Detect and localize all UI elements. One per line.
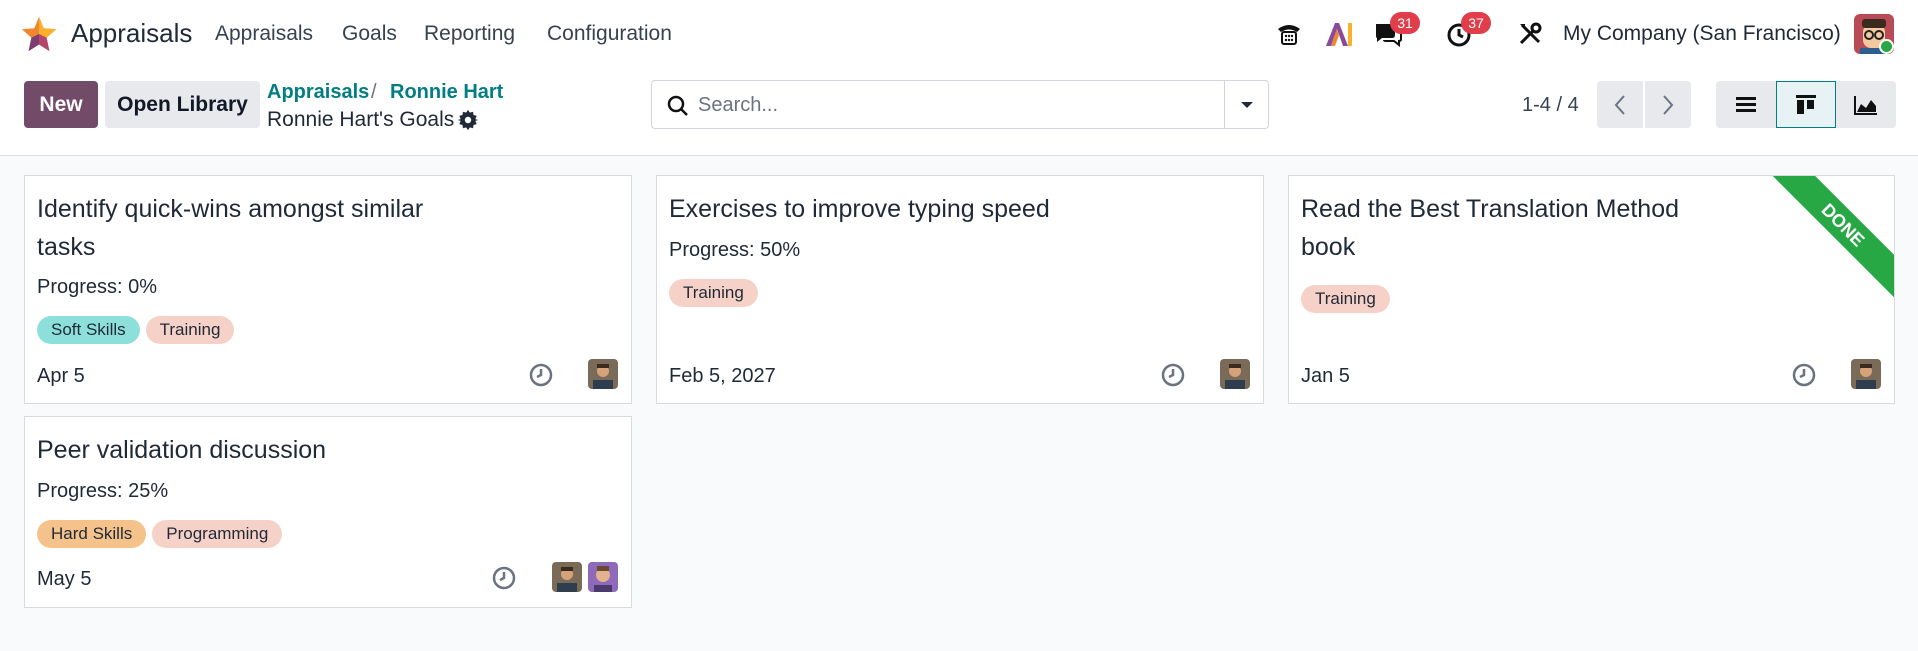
goal-progress: Progress: 50%: [669, 239, 801, 261]
kanban-view-icon: [1796, 94, 1816, 114]
page-title: Ronnie Hart's Goals: [267, 108, 455, 131]
chevron-left-icon: [1614, 94, 1625, 115]
goal-title-line: Exercises to improve typing speed: [669, 195, 1050, 223]
search-bar: [651, 80, 1269, 129]
phone-icon[interactable]: [1271, 16, 1307, 52]
goal-deadline: Apr 5: [37, 365, 85, 387]
list-view-icon: [1736, 96, 1756, 112]
goal-title-line: Read the Best Translation Method: [1301, 195, 1680, 223]
gear-icon[interactable]: [457, 109, 479, 131]
menu-appraisals[interactable]: Appraisals: [215, 22, 313, 46]
ai-icon[interactable]: [1321, 16, 1357, 52]
goal-deadline: May 5: [37, 568, 92, 590]
chevron-right-icon: [1663, 94, 1674, 115]
activity-clock-icon[interactable]: [528, 362, 554, 388]
goal-title: Exercises to improve typing speed: [669, 190, 1109, 228]
done-ribbon: DONE: [1765, 176, 1894, 303]
menu-goals[interactable]: Goals: [342, 22, 397, 46]
activity-clock-icon[interactable]: [1791, 362, 1817, 388]
tag-hard-skills: Hard Skills: [37, 520, 147, 548]
activities-icon[interactable]: 37: [1441, 12, 1491, 52]
search-icon: [667, 95, 688, 116]
pager-previous-button[interactable]: [1597, 81, 1643, 128]
messages-icon[interactable]: 31: [1370, 12, 1420, 52]
goal-tags: Training: [669, 279, 758, 307]
company-switcher[interactable]: My Company (San Francisco): [1563, 22, 1841, 46]
employee-avatar[interactable]: [1851, 359, 1881, 389]
goal-tags: Hard Skills Programming: [37, 520, 283, 548]
app-name[interactable]: Appraisals: [71, 18, 192, 49]
tag-training: Training: [669, 279, 758, 307]
kanban-view-button[interactable]: [1776, 81, 1836, 128]
caret-down-icon: [1240, 101, 1253, 108]
goal-title: Identify quick-wins amongst similar task…: [37, 190, 477, 266]
area-chart-icon: [1854, 95, 1877, 115]
goal-title-line: book: [1301, 233, 1356, 261]
search-input[interactable]: [698, 91, 1198, 119]
menu-configuration[interactable]: Configuration: [547, 22, 672, 46]
goal-title-line: Identify quick-wins amongst similar: [37, 195, 424, 223]
goal-deadline: Jan 5: [1301, 365, 1350, 387]
breadcrumb-separator: /: [371, 81, 377, 103]
tag-soft-skills: Soft Skills: [37, 316, 140, 344]
goal-tags: Soft Skills Training: [37, 316, 235, 344]
employee-avatar[interactable]: [1220, 359, 1250, 389]
online-status-icon: [1879, 39, 1894, 54]
employee-avatar[interactable]: [588, 359, 618, 389]
activities-badge: 37: [1461, 12, 1491, 34]
goal-progress: Progress: 25%: [37, 480, 169, 502]
messages-badge: 31: [1390, 12, 1420, 34]
tag-programming: Programming: [152, 520, 283, 548]
goal-title-line: tasks: [37, 233, 96, 261]
breadcrumb-ronnie-hart[interactable]: Ronnie Hart: [390, 81, 503, 104]
app-logo-icon[interactable]: [20, 15, 58, 53]
menu-reporting[interactable]: Reporting: [424, 22, 515, 46]
top-navbar: Appraisals Appraisals Goals Reporting Co…: [0, 0, 1918, 68]
search-options-toggle[interactable]: [1224, 81, 1268, 128]
activity-clock-icon[interactable]: [1160, 362, 1186, 388]
control-panel: New Open Library Appraisals / Ronnie Har…: [0, 68, 1918, 156]
goal-card[interactable]: Peer validation discussion Progress: 25%…: [24, 416, 632, 608]
goal-progress: Progress: 0%: [37, 276, 158, 298]
open-library-button[interactable]: Open Library: [105, 81, 260, 128]
goal-deadline: Feb 5, 2027: [669, 365, 776, 387]
breadcrumb-appraisals[interactable]: Appraisals: [267, 81, 369, 104]
pager-value[interactable]: 1-4 / 4: [1522, 94, 1579, 117]
tag-training: Training: [1301, 285, 1390, 313]
new-button[interactable]: New: [24, 81, 98, 128]
goal-card[interactable]: Exercises to improve typing speed Progre…: [656, 175, 1264, 404]
list-view-button[interactable]: [1716, 81, 1776, 128]
goal-title: Peer validation discussion: [37, 431, 477, 469]
graph-view-button[interactable]: [1836, 81, 1896, 128]
goal-title-line: Peer validation discussion: [37, 436, 327, 464]
goal-card[interactable]: Read the Best Translation Method book DO…: [1288, 175, 1895, 404]
employee-avatar[interactable]: [552, 562, 582, 592]
tools-icon[interactable]: [1512, 16, 1548, 52]
goal-tags: Training: [1301, 285, 1390, 313]
tag-training: Training: [145, 316, 235, 344]
manager-avatar[interactable]: [588, 562, 618, 592]
activity-clock-icon[interactable]: [491, 565, 517, 591]
goal-title: Read the Best Translation Method book: [1301, 190, 1741, 266]
goal-card[interactable]: Identify quick-wins amongst similar task…: [24, 175, 632, 404]
pager-next-button[interactable]: [1645, 81, 1691, 128]
